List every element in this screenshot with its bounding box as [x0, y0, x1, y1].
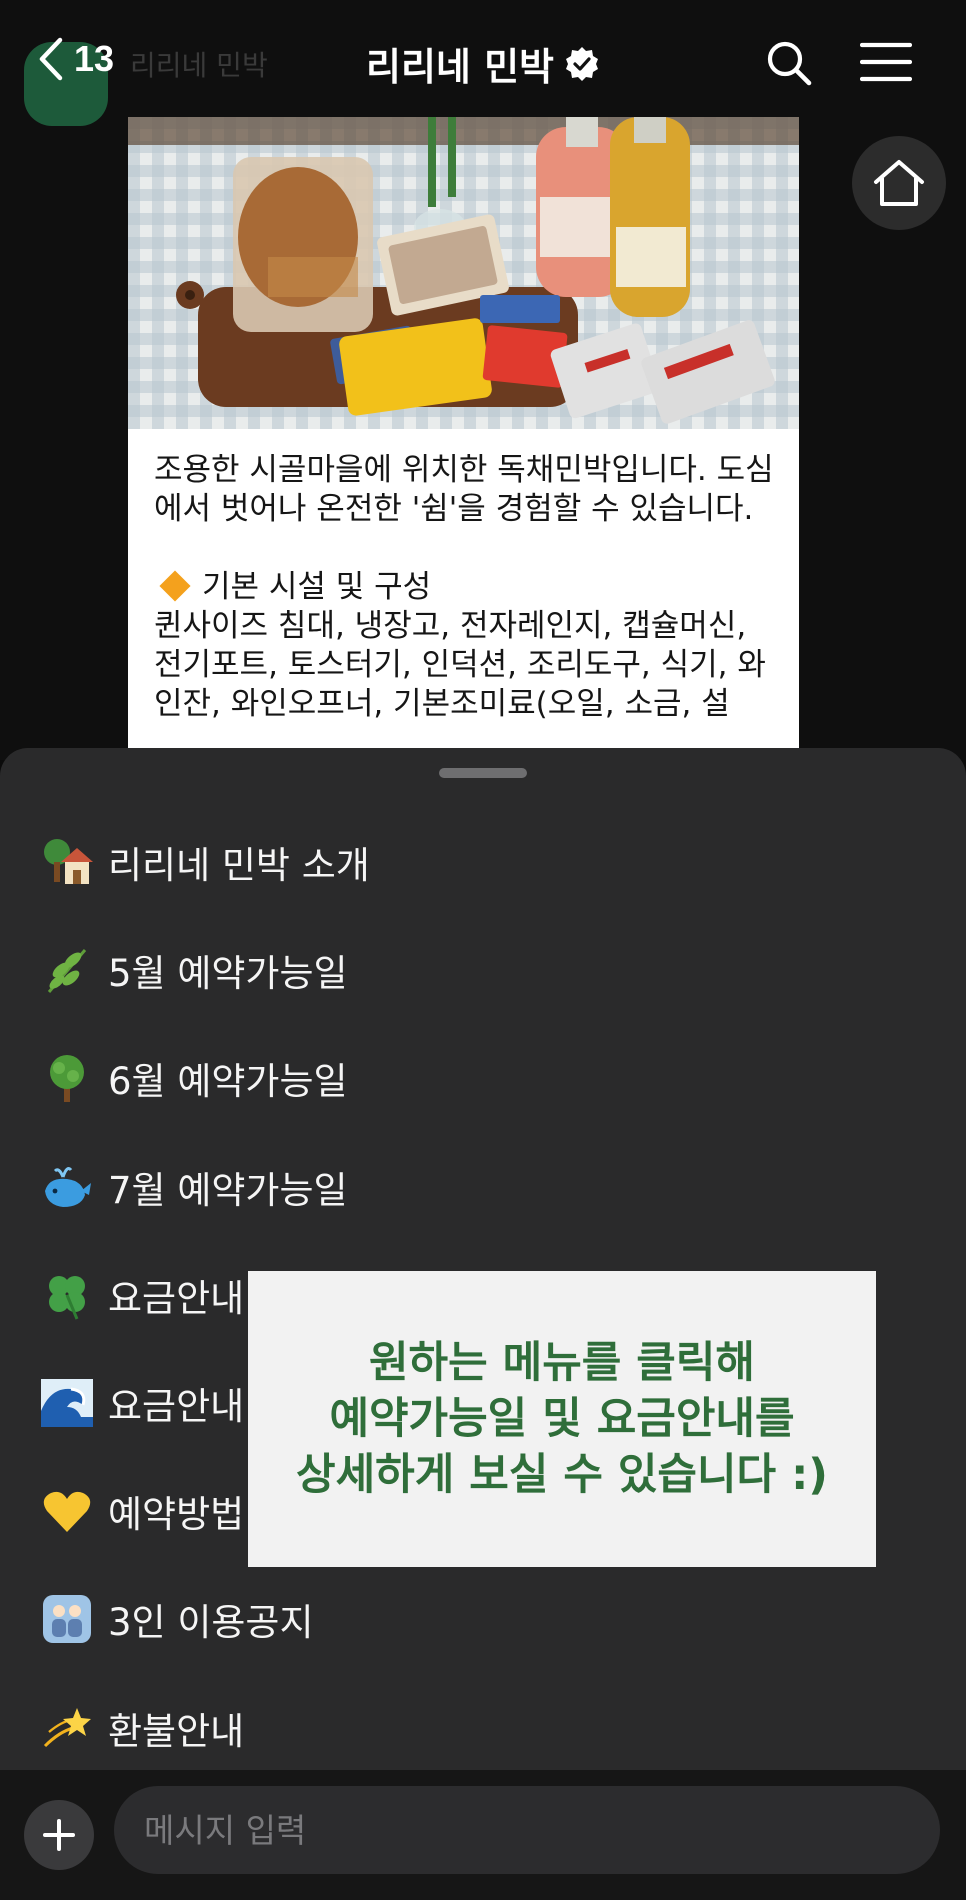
verified-badge-icon	[566, 46, 599, 81]
orange-diamond-icon	[159, 569, 191, 602]
menu-item-label: 환불안내	[108, 1709, 245, 1753]
menu-item-refund-info[interactable]: 환불안내	[0, 1674, 966, 1782]
menu-item-july-availability[interactable]: 7월 예약가능일	[0, 1133, 966, 1241]
menu-bottom-sheet: 리리네 민박 소개 5월 예약가능일 6월 예약가능일 7월 예약가능일 요금안…	[0, 748, 966, 1770]
family-icon	[40, 1592, 94, 1646]
menu-item-may-availability[interactable]: 5월 예약가능일	[0, 916, 966, 1024]
chat-title: 리리네 민박	[365, 45, 555, 89]
menu-item-label: 5월 예약가능일	[108, 952, 348, 996]
house-with-tree-icon	[40, 835, 94, 889]
yellow-heart-icon	[40, 1484, 94, 1538]
guide-note-text: 원하는 메뉴를 클릭해 예약가능일 및 요금안내를 상세하게 보실 수 있습니다…	[296, 1338, 828, 1500]
message-photo[interactable]	[128, 117, 799, 429]
search-button[interactable]	[764, 38, 814, 92]
message-text: 조용한 시골마을에 위치한 독채민박입니다. 도심에서 벗어나 온전한 '쉼'을…	[154, 451, 779, 724]
intro-paragraph: 조용한 시골마을에 위치한 독채민박입니다. 도심에서 벗어나 온전한 '쉼'을…	[154, 452, 774, 527]
hamburger-menu-icon	[859, 42, 913, 82]
menu-item-three-person-notice[interactable]: 3인 이용공지	[0, 1565, 966, 1673]
wave-icon	[40, 1376, 94, 1430]
facilities-text: 퀸사이즈 침대, 냉장고, 전자레인지, 캡슐머신, 전기포트, 토스터기, 인…	[154, 608, 766, 722]
section-title: 기본 시설 및 구성	[202, 569, 432, 605]
attach-button[interactable]	[24, 1800, 94, 1870]
message-input[interactable]	[114, 1786, 940, 1874]
chat-header: 13 리리네 민박	[0, 0, 966, 120]
menu-item-label: 리리네 민박 소개	[108, 844, 370, 888]
menu-item-label: 3인 이용공지	[108, 1601, 314, 1645]
message-bubble[interactable]: 조용한 시골마을에 위치한 독채민박입니다. 도심에서 벗어나 온전한 '쉼'을…	[128, 117, 799, 757]
plus-icon	[43, 1819, 75, 1851]
tree-icon	[40, 1051, 94, 1105]
menu-item-label: 예약방법	[108, 1493, 245, 1537]
dizzy-star-icon	[40, 1701, 94, 1755]
guide-note-card: 원하는 메뉴를 클릭해 예약가능일 및 요금안내를 상세하게 보실 수 있습니다…	[248, 1271, 876, 1567]
menu-item-june-availability[interactable]: 6월 예약가능일	[0, 1024, 966, 1132]
herb-icon	[40, 943, 94, 997]
section-heading: 기본 시설 및 구성	[154, 568, 779, 607]
menu-item-label: 6월 예약가능일	[108, 1060, 348, 1104]
home-button[interactable]	[852, 136, 946, 230]
menu-button[interactable]	[859, 42, 913, 86]
menu-item-intro[interactable]: 리리네 민박 소개	[0, 808, 966, 916]
four-leaf-clover-icon	[40, 1268, 94, 1322]
message-input-bar	[0, 1770, 966, 1900]
page-title: 리리네 민박	[0, 36, 966, 91]
menu-item-label: 7월 예약가능일	[108, 1168, 348, 1212]
home-icon	[874, 160, 924, 206]
sheet-drag-handle[interactable]	[439, 768, 527, 778]
whale-icon	[40, 1160, 94, 1214]
search-icon	[767, 41, 812, 86]
